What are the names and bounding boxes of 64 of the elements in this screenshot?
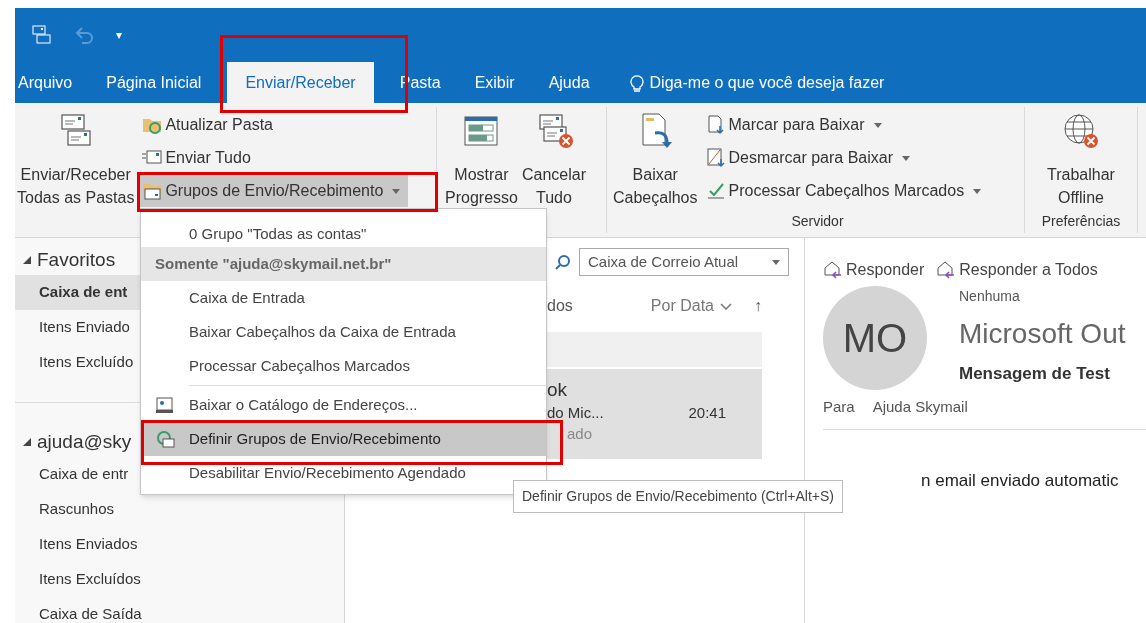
message-time: 20:41 — [688, 403, 726, 423]
folder-item[interactable]: Rascunhos — [15, 492, 344, 527]
filter-tab[interactable]: dos — [547, 294, 573, 318]
message-subject: do Mic... — [547, 403, 604, 423]
ribbon-button[interactable]: Desmarcar para Baixar — [703, 142, 990, 174]
search-scope-dropdown[interactable]: Caixa de Correio Atual — [579, 248, 789, 276]
folder-section-header[interactable]: ajuda@sky — [37, 427, 132, 457]
message-subject-heading: Mensagem de Test — [959, 363, 1111, 385]
group-label: Preferências — [1040, 212, 1122, 231]
reply-button[interactable]: Responder a Todos — [936, 258, 1098, 282]
ribbon-button[interactable]: Baixar Cabeçalhos — [611, 107, 700, 209]
ribbon-button[interactable]: Marcar para Baixar — [703, 109, 990, 141]
reply-button[interactable]: Responder — [823, 258, 925, 282]
menu-section-header: Somente "ajuda@skymail.net.br" — [141, 247, 546, 281]
folder-envelope-icon — [142, 181, 163, 201]
ribbon-button[interactable]: Trabalhar Offline — [1045, 107, 1117, 209]
category-label: Nenhuma — [959, 287, 1021, 306]
ribbon-tab[interactable]: Arquivo — [18, 62, 73, 103]
ribbon-button[interactable]: Enviar/Receber Todas as Pastas — [15, 107, 137, 209]
collapse-triangle-icon[interactable] — [23, 256, 31, 264]
ribbon-button[interactable]: Cancelar Tudo — [519, 107, 588, 209]
message-sender: ok — [547, 378, 569, 402]
page-strike-icon — [705, 148, 726, 168]
search-icon[interactable] — [555, 254, 571, 270]
address-book-icon — [155, 395, 175, 415]
envelope-reply-icon — [823, 261, 843, 279]
ribbon-button[interactable]: Enviar Tudo — [140, 142, 409, 174]
tell-me-field[interactable]: Diga-me o que você deseja fazer — [649, 70, 885, 95]
collapse-triangle-icon[interactable] — [23, 438, 31, 446]
recipient-name: Ajuda Skymail — [872, 397, 968, 417]
sync-groups-icon — [155, 429, 175, 449]
envelope-reply-icon — [936, 261, 957, 279]
folder-item[interactable]: Caixa de Saída — [15, 597, 344, 623]
menu-item[interactable]: 0 Grupo "Todas as contas" — [141, 213, 546, 247]
check-icon — [705, 181, 726, 201]
to-label: Para — [823, 397, 855, 417]
page-arrow-icon — [705, 115, 726, 135]
tooltip: Definir Grupos de Envio/Recebimento (Ctrl+Alt+S) — [513, 480, 844, 513]
menu-item[interactable]: Baixar Cabeçalhos da Caixa de Entrada — [141, 315, 546, 349]
envelopes-icon[interactable] — [32, 25, 52, 45]
sort-dropdown[interactable]: Por Data — [650, 294, 732, 318]
group-label: Servidor — [790, 212, 845, 231]
caret-icon — [772, 259, 780, 265]
ribbon-button[interactable]: Atualizar Pasta — [140, 109, 409, 141]
ribbon-tab[interactable]: Exibir — [474, 62, 515, 103]
folder-section-header[interactable]: Favoritos — [37, 245, 116, 275]
ribbon-button[interactable]: Mostrar Progresso — [443, 107, 520, 209]
sort-direction-button[interactable]: ↑ — [754, 294, 762, 318]
lightbulb-icon — [629, 72, 644, 93]
folder-item[interactable]: Itens Enviados — [15, 527, 344, 562]
ribbon-button[interactable]: Processar Cabeçalhos Marcados — [703, 175, 990, 207]
menu-item[interactable]: Caixa de Entrada — [141, 281, 546, 315]
ribbon-tab[interactable]: Ajuda — [548, 62, 590, 103]
ribbon-tab[interactable]: Enviar/Receber — [227, 62, 374, 103]
message-body: n email enviado automatic — [920, 469, 1120, 492]
folder-item[interactable]: Itens Excluídos — [15, 562, 344, 597]
message-preview: ado — [567, 425, 593, 442]
ribbon-tab[interactable]: Página Inicial — [106, 62, 202, 103]
sender-name: Microsoft Out — [959, 317, 1126, 351]
ribbon-button[interactable]: Grupos de Envio/Recebimento — [140, 175, 409, 207]
chevron-down-icon — [720, 302, 732, 310]
customize-menu-button[interactable]: ▾ — [116, 26, 122, 44]
globe-offline-icon — [1061, 111, 1101, 151]
menu-item[interactable]: Definir Grupos de Envio/Recebimento — [141, 422, 546, 456]
